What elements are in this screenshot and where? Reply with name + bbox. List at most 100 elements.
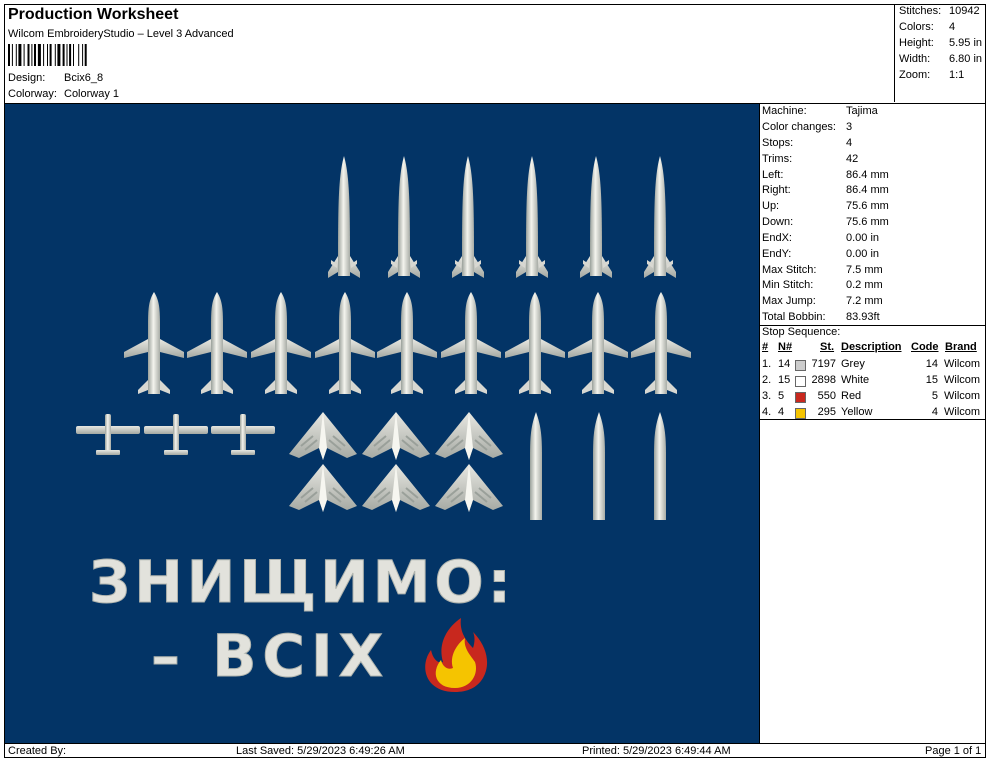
info-value: 3 bbox=[846, 121, 853, 133]
stat-colors: Colors: 4 bbox=[899, 21, 955, 33]
shahed-drone-icon bbox=[361, 411, 431, 461]
cell-description: Red bbox=[841, 390, 862, 402]
stat-label: Height: bbox=[899, 37, 934, 49]
info-label: Up: bbox=[762, 200, 780, 212]
info-label: Machine: bbox=[762, 105, 807, 117]
color-swatch bbox=[795, 392, 806, 403]
stat-label: Width: bbox=[899, 53, 931, 65]
footer-printed: Printed: 5/29/2023 6:49:44 AM bbox=[582, 745, 731, 757]
col-code: Code bbox=[911, 341, 939, 353]
shahed-drone-icon bbox=[288, 463, 358, 513]
cell-needle: 5 bbox=[778, 390, 785, 402]
app-name: Wilcom EmbroideryStudio – Level 3 Advanc… bbox=[8, 28, 234, 40]
stat-value: 4 bbox=[949, 21, 956, 33]
drone-group bbox=[76, 414, 275, 455]
info-label: Stops: bbox=[762, 137, 794, 149]
cruise-missile-icon bbox=[568, 292, 628, 394]
design-preview: ЗНИЩИМО: – ВСІХ bbox=[5, 104, 759, 743]
missile-group bbox=[530, 412, 666, 520]
info-label: Right: bbox=[762, 184, 791, 196]
info-color-changes: Color changes: 3 bbox=[762, 121, 852, 133]
design-label: Design: bbox=[8, 72, 46, 84]
footer-created-by: Created By: bbox=[8, 745, 67, 757]
info-value: 75.6 mm bbox=[846, 200, 889, 212]
rocket-icon bbox=[388, 156, 420, 278]
panel-divider bbox=[759, 103, 760, 744]
shahed-group bbox=[288, 411, 504, 513]
footer-divider bbox=[4, 743, 986, 744]
missile-icon bbox=[530, 412, 542, 520]
info-min-stitch: Min Stitch: 0.2 mm bbox=[762, 279, 883, 291]
col-stitches: St. bbox=[820, 341, 835, 353]
col-needle: N# bbox=[778, 341, 793, 353]
colorway-value: Colorway 1 bbox=[64, 88, 120, 100]
cell-stitches: 295 bbox=[817, 406, 836, 418]
col-description: Description bbox=[841, 341, 902, 353]
drone-icon bbox=[76, 414, 140, 455]
info-trims: Trims: 42 bbox=[762, 153, 858, 165]
stat-value: 1:1 bbox=[949, 69, 965, 81]
info-value: 0.00 in bbox=[846, 248, 880, 260]
embroidery-canvas: ЗНИЩИМО: – ВСІХ bbox=[76, 156, 691, 692]
drone-icon bbox=[211, 414, 275, 455]
colorway-label: Colorway: bbox=[8, 88, 57, 100]
info-value: 0.2 mm bbox=[846, 279, 883, 291]
shahed-drone-icon bbox=[434, 463, 504, 513]
cell-stitches: 550 bbox=[817, 390, 836, 402]
cell-description: White bbox=[841, 374, 870, 386]
stat-width: Width: 6.80 in bbox=[899, 53, 982, 65]
info-max-jump: Max Jump: 7.2 mm bbox=[762, 295, 883, 307]
cell-num: 3. bbox=[762, 390, 772, 402]
info-right: Right: 86.4 mm bbox=[762, 184, 889, 196]
cruise-missile-icon bbox=[631, 292, 691, 394]
info-value: 7.5 mm bbox=[846, 264, 883, 276]
info-value: 0.00 in bbox=[846, 232, 880, 244]
cell-num: 2. bbox=[762, 374, 772, 386]
info-endx: EndX: 0.00 in bbox=[762, 232, 879, 244]
shahed-drone-icon bbox=[434, 411, 504, 461]
cruise-missile-icon bbox=[377, 292, 437, 394]
slogan-line-2: – ВСІХ bbox=[151, 622, 389, 690]
cruise-missile-icon bbox=[187, 292, 247, 394]
color-swatch bbox=[795, 408, 806, 419]
info-endy: EndY: 0.00 in bbox=[762, 248, 879, 260]
cell-stitches: 2898 bbox=[811, 374, 836, 386]
design-value: Bcix6_8 bbox=[64, 72, 104, 84]
info-max-stitch: Max Stitch: 7.5 mm bbox=[762, 264, 883, 276]
cell-stitches: 7197 bbox=[811, 358, 836, 370]
cell-brand: Wilcom bbox=[944, 406, 981, 418]
shahed-drone-icon bbox=[288, 411, 358, 461]
cell-brand: Wilcom bbox=[944, 374, 981, 386]
cell-needle: 14 bbox=[778, 358, 791, 370]
rocket-row bbox=[328, 156, 676, 278]
cell-brand: Wilcom bbox=[944, 390, 981, 402]
info-label: Max Stitch: bbox=[762, 264, 817, 276]
color-swatch bbox=[795, 360, 806, 371]
info-up: Up: 75.6 mm bbox=[762, 200, 889, 212]
cell-needle: 15 bbox=[778, 374, 791, 386]
cell-needle: 4 bbox=[778, 406, 785, 418]
info-label: Total Bobbin: bbox=[762, 311, 826, 323]
stop-sequence-header: # N# St. Description Code Brand bbox=[760, 341, 986, 356]
table-row: 1. 14 7197 Grey 14 Wilcom bbox=[760, 358, 986, 373]
table-row: 4. 4 295 Yellow 4 Wilcom bbox=[760, 406, 986, 421]
rocket-icon bbox=[328, 156, 360, 278]
stat-value: 6.80 in bbox=[949, 53, 983, 65]
info-label: Down: bbox=[762, 216, 794, 228]
info-label: Left: bbox=[762, 169, 784, 181]
slogan-line-1: ЗНИЩИМО: bbox=[89, 548, 515, 616]
stat-height: Height: 5.95 in bbox=[899, 37, 982, 49]
cruise-missile-row bbox=[124, 292, 691, 394]
colorway-row: Colorway: Colorway 1 bbox=[8, 88, 119, 100]
footer-page: Page 1 of 1 bbox=[925, 745, 982, 757]
info-total-bobbin: Total Bobbin: 83.93ft bbox=[762, 311, 880, 323]
flame-icon bbox=[425, 618, 488, 692]
rocket-icon bbox=[644, 156, 676, 278]
info-value: 4 bbox=[846, 137, 853, 149]
stat-value: 10942 bbox=[949, 5, 980, 17]
info-value: 86.4 mm bbox=[846, 169, 889, 181]
cell-num: 1. bbox=[762, 358, 772, 370]
stat-label: Stitches: bbox=[899, 5, 942, 17]
info-value: 42 bbox=[846, 153, 859, 165]
missile-icon bbox=[593, 412, 605, 520]
